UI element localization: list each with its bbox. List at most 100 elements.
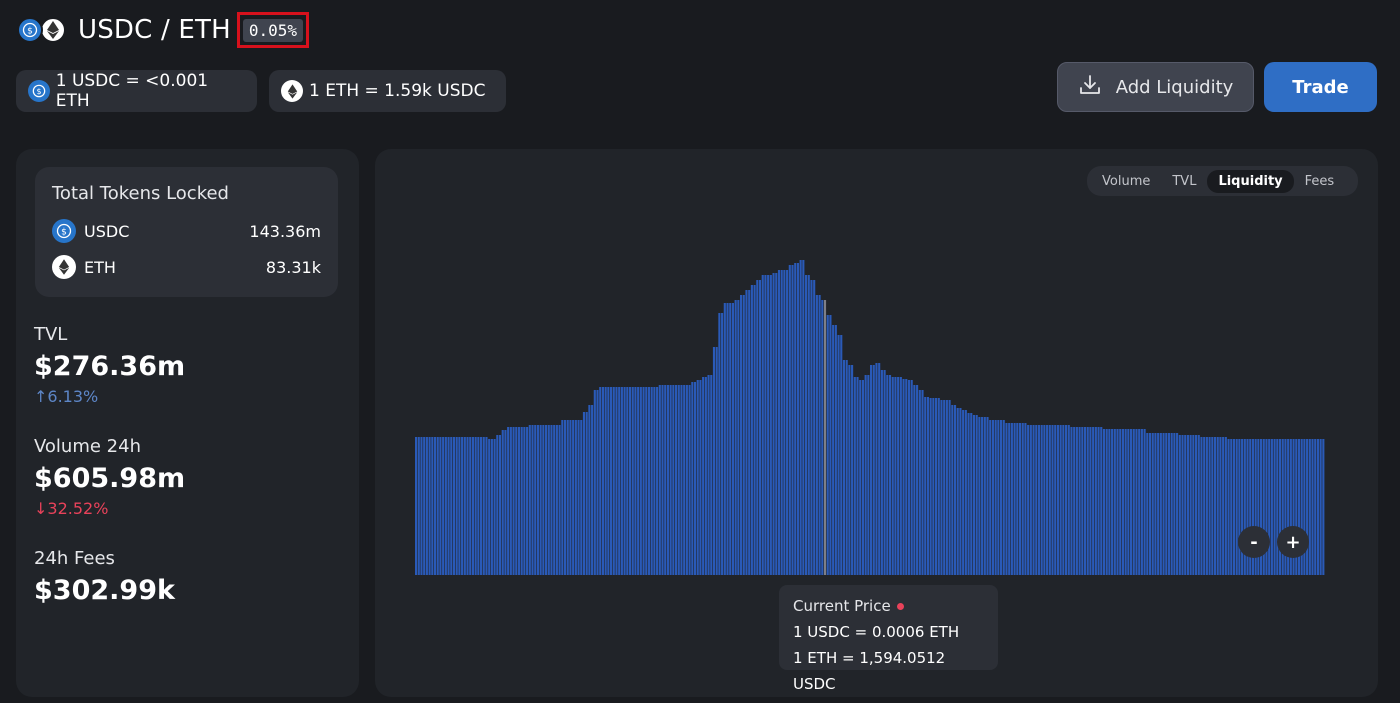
liquidity-bar[interactable]: [1062, 425, 1065, 575]
liquidity-bar[interactable]: [1065, 425, 1068, 575]
liquidity-bar[interactable]: [496, 435, 499, 575]
liquidity-bar[interactable]: [761, 275, 764, 575]
liquidity-bar[interactable]: [517, 427, 521, 575]
liquidity-bar[interactable]: [786, 270, 789, 575]
liquidity-bar[interactable]: [482, 437, 485, 575]
liquidity-bar[interactable]: [964, 410, 967, 575]
liquidity-bar[interactable]: [612, 387, 615, 575]
liquidity-bar[interactable]: [1308, 439, 1311, 575]
liquidity-bar[interactable]: [558, 425, 561, 575]
liquidity-bar[interactable]: [547, 425, 550, 575]
liquidity-bar[interactable]: [601, 387, 604, 575]
liquidity-bar[interactable]: [1186, 435, 1189, 575]
liquidity-bar[interactable]: [493, 439, 496, 575]
liquidity-bar[interactable]: [1268, 439, 1271, 575]
liquidity-bar[interactable]: [680, 385, 683, 575]
liquidity-bar[interactable]: [431, 437, 434, 575]
liquidity-bar[interactable]: [531, 425, 534, 575]
liquidity-bar[interactable]: [645, 387, 648, 575]
liquidity-bar[interactable]: [891, 377, 894, 575]
liquidity-bar[interactable]: [1054, 425, 1057, 575]
liquidity-bar[interactable]: [1159, 433, 1162, 575]
liquidity-bar[interactable]: [450, 437, 453, 575]
liquidity-bar[interactable]: [436, 437, 439, 575]
liquidity-bar[interactable]: [1102, 429, 1106, 575]
liquidity-bar[interactable]: [1005, 423, 1008, 575]
liquidity-bar[interactable]: [1200, 437, 1203, 575]
liquidity-bar[interactable]: [796, 263, 799, 575]
liquidity-bar[interactable]: [685, 385, 688, 575]
liquidity-bar[interactable]: [536, 425, 539, 575]
liquidity-bar[interactable]: [829, 315, 832, 575]
liquidity-bar[interactable]: [1132, 429, 1135, 575]
liquidity-bar[interactable]: [729, 303, 732, 575]
liquidity-bar[interactable]: [1040, 425, 1043, 575]
liquidity-bar[interactable]: [515, 427, 518, 575]
liquidity-bar[interactable]: [607, 387, 610, 575]
liquidity-bar[interactable]: [802, 260, 805, 575]
liquidity-bar[interactable]: [1192, 435, 1195, 575]
liquidity-bar[interactable]: [1224, 437, 1227, 575]
liquidity-bar[interactable]: [1105, 429, 1108, 575]
liquidity-bar[interactable]: [580, 420, 583, 575]
liquidity-bar[interactable]: [471, 437, 474, 575]
liquidity-bar[interactable]: [907, 380, 911, 575]
liquidity-bar[interactable]: [1075, 427, 1078, 575]
liquidity-bar[interactable]: [588, 405, 591, 575]
liquidity-bar[interactable]: [810, 280, 813, 575]
liquidity-bar[interactable]: [480, 437, 483, 575]
liquidity-bar[interactable]: [1056, 425, 1059, 575]
liquidity-bar[interactable]: [1032, 425, 1035, 575]
liquidity-bar[interactable]: [710, 375, 713, 575]
liquidity-bar[interactable]: [1148, 433, 1152, 575]
liquidity-bar[interactable]: [596, 390, 599, 575]
liquidity-bar[interactable]: [967, 413, 970, 575]
liquidity-bar[interactable]: [818, 295, 821, 575]
liquidity-bar[interactable]: [699, 380, 702, 575]
liquidity-bar[interactable]: [628, 387, 632, 575]
liquidity-bar[interactable]: [1059, 425, 1062, 575]
liquidity-bar[interactable]: [1232, 439, 1236, 575]
liquidity-bar[interactable]: [526, 427, 529, 575]
liquidity-bar[interactable]: [848, 365, 851, 575]
liquidity-bar[interactable]: [1222, 437, 1225, 575]
liquidity-bar[interactable]: [1130, 429, 1133, 575]
liquidity-bar[interactable]: [1111, 429, 1114, 575]
liquidity-bar[interactable]: [599, 387, 602, 575]
liquidity-bar[interactable]: [1213, 437, 1217, 575]
liquidity-bar[interactable]: [1073, 427, 1076, 575]
liquidity-bar[interactable]: [1008, 423, 1011, 575]
liquidity-bar[interactable]: [1241, 439, 1244, 575]
liquidity-bar[interactable]: [545, 425, 548, 575]
liquidity-bar[interactable]: [585, 412, 588, 575]
liquidity-bar[interactable]: [948, 400, 951, 575]
liquidity-bar[interactable]: [477, 437, 480, 575]
liquidity-bar[interactable]: [737, 300, 740, 575]
liquidity-bar[interactable]: [693, 382, 697, 575]
liquidity-bar[interactable]: [702, 377, 705, 575]
liquidity-bar[interactable]: [943, 400, 946, 575]
liquidity-bar[interactable]: [1037, 425, 1041, 575]
liquidity-bar[interactable]: [1000, 420, 1003, 575]
liquidity-bar[interactable]: [872, 365, 875, 575]
liquidity-bar[interactable]: [417, 437, 420, 575]
liquidity-bar[interactable]: [1238, 439, 1241, 575]
liquidity-bar[interactable]: [1195, 435, 1198, 575]
liquidity-bar[interactable]: [1043, 425, 1046, 575]
liquidity-bar[interactable]: [1027, 425, 1030, 575]
liquidity-bar[interactable]: [1083, 427, 1087, 575]
liquidity-bar[interactable]: [534, 425, 537, 575]
liquidity-bar[interactable]: [1140, 429, 1143, 575]
liquidity-bar[interactable]: [880, 370, 883, 575]
liquidity-bar[interactable]: [507, 427, 510, 575]
liquidity-bar[interactable]: [726, 303, 729, 575]
liquidity-bar[interactable]: [461, 437, 464, 575]
liquidity-bar[interactable]: [813, 280, 816, 575]
liquidity-bar[interactable]: [780, 270, 783, 575]
zoom-in-button[interactable]: +: [1277, 526, 1309, 558]
liquidity-bar[interactable]: [853, 377, 856, 575]
liquidity-bar[interactable]: [1067, 425, 1070, 575]
liquidity-bar[interactable]: [501, 430, 504, 575]
liquidity-bar[interactable]: [745, 290, 748, 575]
liquidity-bar[interactable]: [675, 385, 678, 575]
